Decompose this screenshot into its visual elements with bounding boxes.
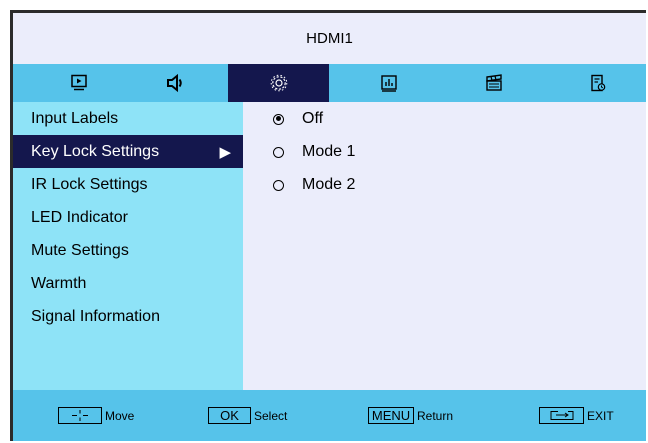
- hint-label: Move: [105, 408, 135, 423]
- input-source-title: HDMI1: [306, 30, 353, 47]
- sidebar-item-label: LED Indicator: [31, 208, 128, 226]
- speaker-icon: [166, 73, 182, 93]
- option-off[interactable]: Off: [273, 104, 323, 134]
- option-mode-2[interactable]: Mode 2: [273, 170, 355, 200]
- hint-return: MENU Return: [368, 407, 453, 424]
- sidebar-item-signal-information[interactable]: Signal Information: [13, 300, 243, 333]
- radio-unselected-icon: [273, 146, 284, 158]
- sidebar-item-mute-settings[interactable]: Mute Settings: [13, 234, 243, 267]
- exit-key-icon: [539, 407, 584, 424]
- radio-unselected-icon: [273, 179, 284, 191]
- tab-settings[interactable]: [228, 64, 329, 102]
- sidebar-item-warmth[interactable]: Warmth: [13, 267, 243, 300]
- hint-exit: EXIT: [539, 407, 614, 424]
- hint-label: EXIT: [587, 408, 614, 423]
- gear-icon: [270, 74, 287, 92]
- radio-selected-icon: [273, 113, 284, 125]
- sidebar-item-key-lock-settings[interactable]: Key Lock Settings ▶: [13, 135, 243, 168]
- sidebar-item-led-indicator[interactable]: LED Indicator: [13, 201, 243, 234]
- picture-icon: [70, 74, 87, 91]
- schedule-icon: [590, 74, 605, 92]
- tab-schedule[interactable]: [547, 64, 646, 102]
- sidebar-item-label: Key Lock Settings: [31, 142, 160, 160]
- sidebar-item-label: Mute Settings: [31, 241, 129, 259]
- option-mode-1[interactable]: Mode 1: [273, 137, 355, 167]
- tab-media[interactable]: [443, 64, 544, 102]
- dpad-icon: [58, 407, 102, 424]
- sidebar-item-ir-lock-settings[interactable]: IR Lock Settings: [13, 168, 243, 201]
- key-hint-bar: Move OK Select MENU Return EXIT: [13, 390, 646, 441]
- sidebar-item-label: Signal Information: [31, 307, 160, 325]
- sidebar-item-label: IR Lock Settings: [31, 175, 148, 193]
- hint-move: Move: [58, 407, 134, 424]
- tab-picture[interactable]: [28, 64, 129, 102]
- category-tab-bar: [13, 64, 646, 102]
- hint-select: OK Select: [208, 407, 287, 424]
- key-lock-options-panel: Off Mode 1 Mode 2: [243, 102, 646, 390]
- tab-equalizer[interactable]: [338, 64, 439, 102]
- sidebar-item-label: Input Labels: [31, 109, 119, 127]
- settings-sidebar: Input Labels Key Lock Settings ▶ IR Lock…: [13, 102, 243, 390]
- clapperboard-icon: [485, 74, 502, 91]
- option-label: Mode 2: [302, 176, 356, 193]
- menu-key: MENU: [368, 407, 414, 424]
- osd-menu: HDMI1 Input Labels Key Lock Settings ▶ I…: [13, 13, 646, 441]
- submenu-arrow-icon: ▶: [219, 144, 231, 161]
- hint-label: Select: [254, 408, 288, 423]
- tab-audio[interactable]: [124, 64, 225, 102]
- ok-key: OK: [208, 407, 251, 424]
- hint-label: Return: [417, 408, 454, 423]
- sidebar-item-input-labels[interactable]: Input Labels: [13, 102, 243, 135]
- option-label: Mode 1: [302, 143, 356, 160]
- option-label: Off: [302, 110, 324, 127]
- sidebar-item-label: Warmth: [31, 274, 87, 292]
- equalizer-icon: [380, 75, 397, 92]
